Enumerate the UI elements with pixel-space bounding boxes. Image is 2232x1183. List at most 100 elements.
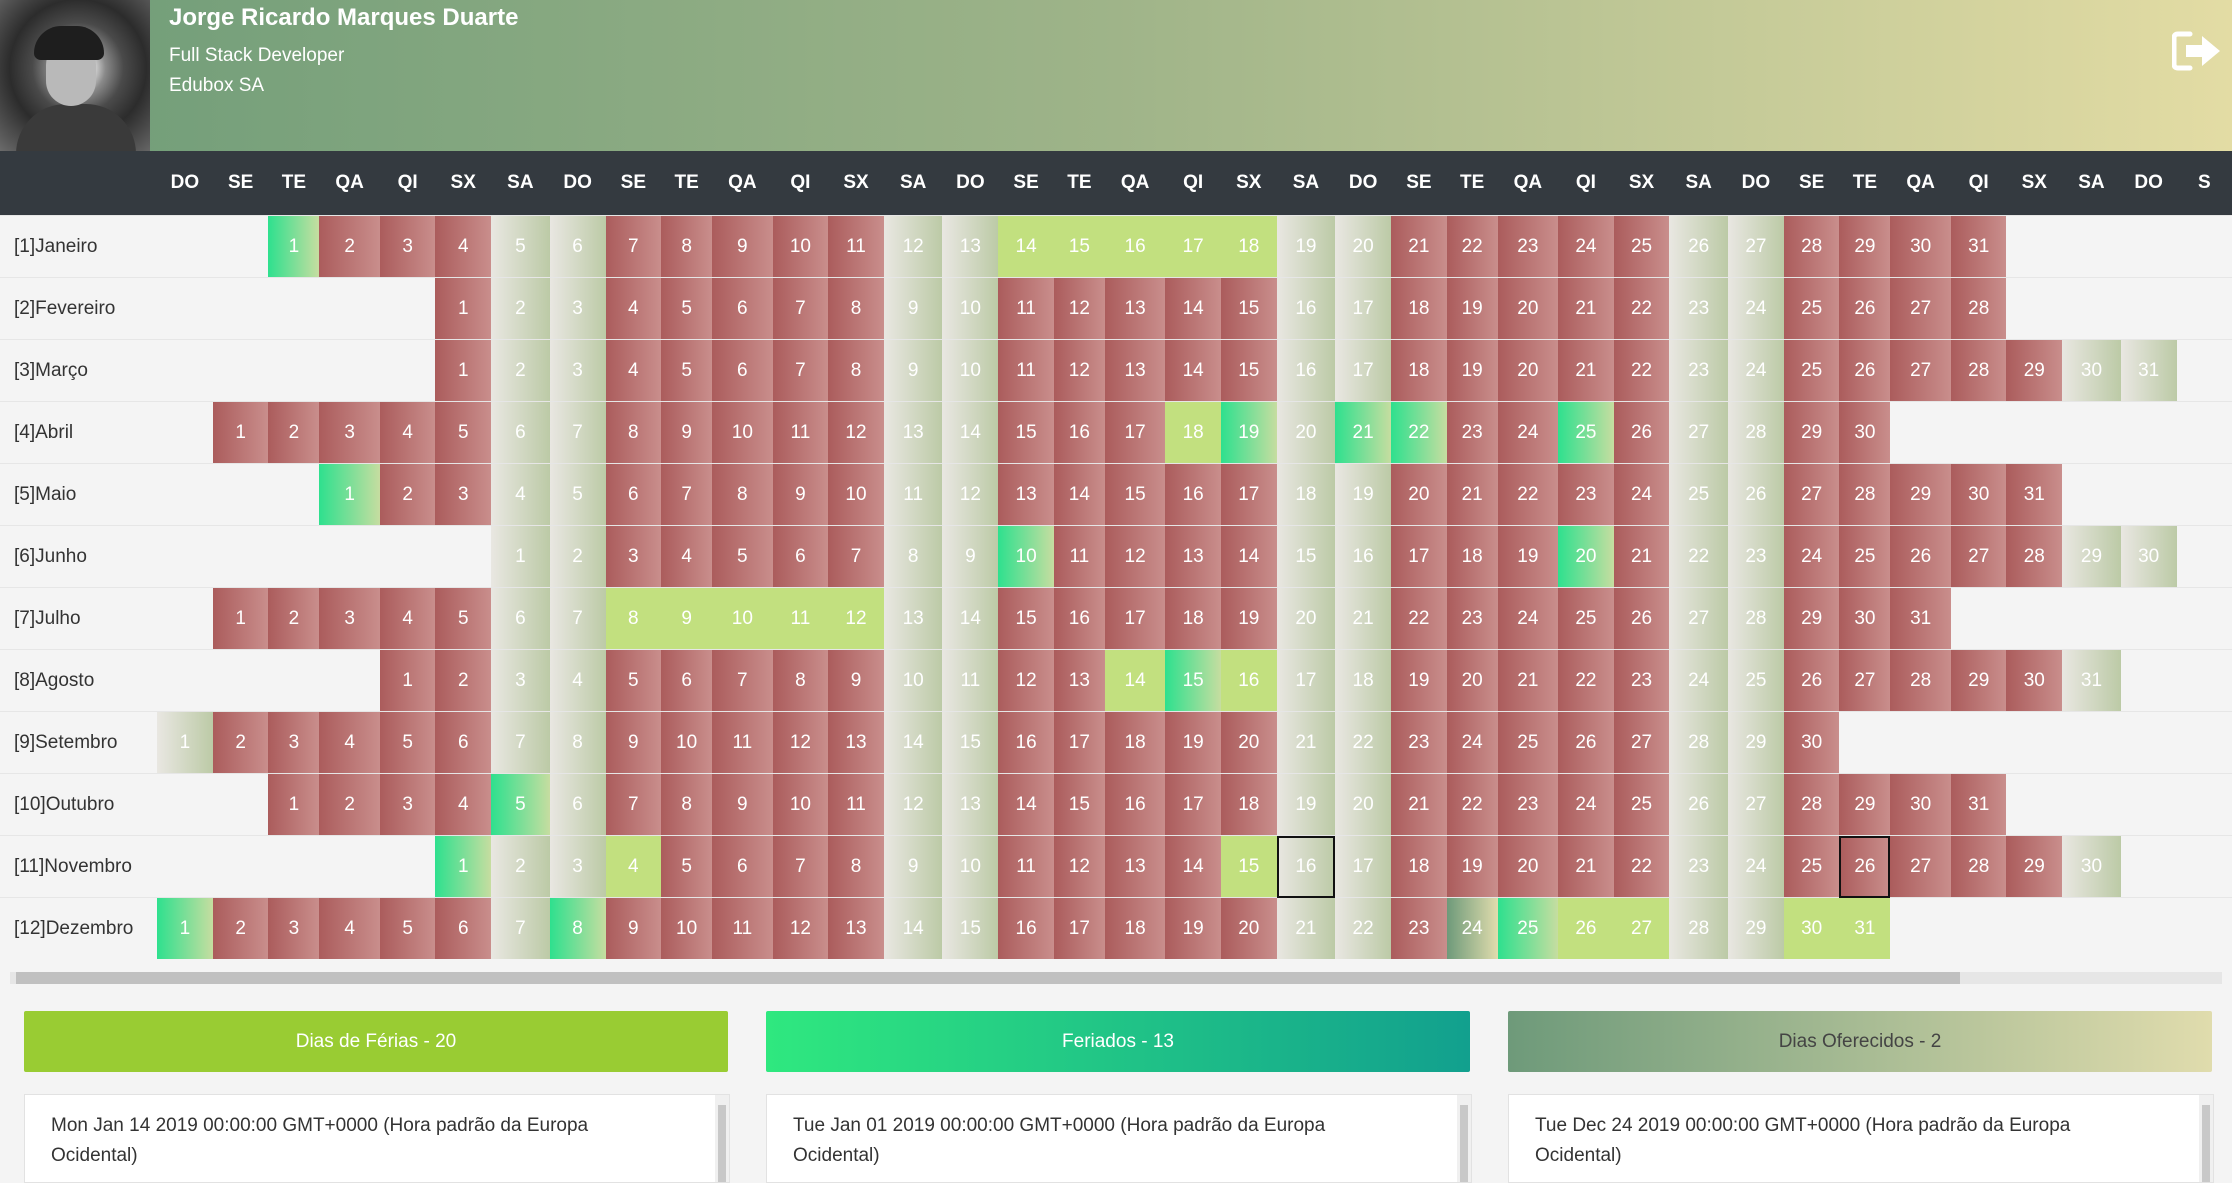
day-cell[interactable]: 29	[2006, 835, 2063, 898]
day-cell[interactable]: 7	[828, 525, 884, 588]
day-cell[interactable]: 9	[605, 897, 662, 959]
day-cell[interactable]: 31	[1950, 773, 2007, 836]
day-cell[interactable]: 12	[998, 649, 1054, 712]
day-cell[interactable]: 6	[491, 587, 550, 650]
day-cell[interactable]: 23	[1497, 773, 1559, 836]
day-cell[interactable]: 14	[998, 773, 1054, 836]
sign-out-icon[interactable]	[2171, 30, 2224, 72]
day-cell[interactable]: 2	[379, 463, 436, 526]
day-cell[interactable]: 19	[1446, 277, 1498, 340]
day-cell[interactable]: 19	[1391, 649, 1447, 712]
day-cell[interactable]: 8	[605, 401, 662, 464]
day-cell[interactable]: 15	[1053, 773, 1105, 836]
day-cell[interactable]: 19	[1276, 215, 1336, 278]
day-cell[interactable]: 13	[828, 897, 884, 959]
day-cell[interactable]: 20	[1391, 463, 1447, 526]
day-cell[interactable]: 10	[883, 649, 943, 712]
day-cell[interactable]: 24	[1446, 897, 1498, 959]
day-cell[interactable]: 1	[435, 277, 492, 340]
day-cell[interactable]: 3	[549, 277, 606, 340]
offered-days-list[interactable]: Tue Dec 24 2019 00:00:00 GMT+0000 (Hora …	[1508, 1094, 2214, 1183]
day-cell[interactable]: 31	[2062, 649, 2121, 712]
day-cell[interactable]: 21	[1391, 215, 1447, 278]
day-cell[interactable]: 16	[1220, 649, 1277, 712]
day-cell[interactable]: 1	[491, 525, 550, 588]
day-cell[interactable]: 10	[942, 339, 999, 402]
day-cell[interactable]: 18	[1391, 835, 1447, 898]
day-cell[interactable]: 31	[1890, 587, 1951, 650]
day-cell[interactable]: 17	[1104, 587, 1166, 650]
day-cell[interactable]: 5	[661, 339, 713, 402]
day-cell[interactable]: 28	[1839, 463, 1891, 526]
holidays-panel[interactable]: Feriados - 13	[766, 1011, 1470, 1072]
day-cell[interactable]: 28	[2006, 525, 2063, 588]
day-cell[interactable]: 23	[1446, 401, 1498, 464]
day-cell[interactable]: 4	[379, 587, 436, 650]
day-cell[interactable]: 6	[712, 835, 773, 898]
day-cell[interactable]: 29	[1727, 711, 1784, 774]
day-cell[interactable]: 31	[2120, 339, 2177, 402]
day-cell[interactable]: 7	[491, 711, 550, 774]
holidays-list[interactable]: Tue Jan 01 2019 00:00:00 GMT+0000 (Hora …	[766, 1094, 1472, 1183]
day-cell[interactable]: 11	[998, 339, 1054, 402]
day-cell[interactable]: 23	[1497, 215, 1559, 278]
day-cell[interactable]: 15	[1220, 277, 1277, 340]
day-cell[interactable]: 1	[435, 835, 492, 898]
day-cell[interactable]: 9	[883, 339, 943, 402]
day-cell[interactable]: 26	[1669, 773, 1728, 836]
day-cell[interactable]: 15	[1053, 215, 1105, 278]
day-cell[interactable]: 9	[712, 215, 773, 278]
day-cell[interactable]: 30	[1783, 897, 1840, 959]
day-cell[interactable]: 27	[1669, 401, 1728, 464]
day-cell[interactable]: 21	[1391, 773, 1447, 836]
day-cell[interactable]: 18	[1391, 277, 1447, 340]
day-cell[interactable]: 17	[1165, 215, 1221, 278]
day-cell[interactable]: 19	[1165, 711, 1221, 774]
day-cell[interactable]: 23	[1391, 897, 1447, 959]
day-cell[interactable]: 22	[1613, 835, 1670, 898]
day-cell[interactable]: 9	[605, 711, 662, 774]
day-cell[interactable]: 1	[156, 897, 213, 959]
day-cell[interactable]: 27	[1727, 215, 1784, 278]
day-cell[interactable]: 24	[1497, 401, 1559, 464]
day-cell[interactable]: 18	[1165, 587, 1221, 650]
day-cell[interactable]: 1	[156, 711, 213, 774]
day-cell[interactable]: 16	[1053, 401, 1105, 464]
day-cell[interactable]: 29	[1950, 649, 2007, 712]
day-cell[interactable]: 12	[883, 215, 943, 278]
day-cell[interactable]: 24	[1558, 215, 1614, 278]
day-cell[interactable]: 4	[549, 649, 606, 712]
day-cell[interactable]: 1	[379, 649, 436, 712]
day-cell[interactable]: 26	[1839, 339, 1891, 402]
day-cell[interactable]: 2	[319, 215, 380, 278]
day-cell[interactable]: 8	[661, 773, 713, 836]
day-cell[interactable]: 23	[1391, 711, 1447, 774]
day-cell[interactable]: 3	[491, 649, 550, 712]
day-cell[interactable]: 21	[1497, 649, 1559, 712]
day-cell[interactable]: 27	[1613, 711, 1670, 774]
day-cell[interactable]: 15	[1276, 525, 1336, 588]
day-cell[interactable]: 24	[1727, 835, 1784, 898]
day-cell[interactable]: 20	[1220, 711, 1277, 774]
day-cell[interactable]: 8	[772, 649, 829, 712]
day-cell[interactable]: 2	[212, 897, 269, 959]
day-cell[interactable]: 27	[1890, 339, 1951, 402]
day-cell[interactable]: 15	[998, 401, 1054, 464]
day-cell[interactable]: 1	[268, 215, 320, 278]
day-cell[interactable]: 11	[828, 215, 884, 278]
day-cell[interactable]: 26	[1558, 711, 1614, 774]
day-cell[interactable]: 28	[1783, 773, 1840, 836]
day-cell[interactable]: 25	[1727, 649, 1784, 712]
day-cell[interactable]: 12	[1053, 835, 1105, 898]
list-scrollbar[interactable]	[1457, 1095, 1471, 1182]
day-cell[interactable]: 2	[212, 711, 269, 774]
day-cell[interactable]: 10	[661, 711, 713, 774]
day-cell[interactable]: 28	[1669, 897, 1728, 959]
day-cell[interactable]: 5	[379, 711, 436, 774]
day-cell[interactable]: 1	[212, 587, 269, 650]
day-cell[interactable]: 16	[998, 897, 1054, 959]
day-cell[interactable]: 5	[435, 401, 492, 464]
day-cell[interactable]: 15	[1220, 835, 1277, 898]
day-cell[interactable]: 21	[1558, 277, 1614, 340]
day-cell[interactable]: 13	[883, 401, 943, 464]
